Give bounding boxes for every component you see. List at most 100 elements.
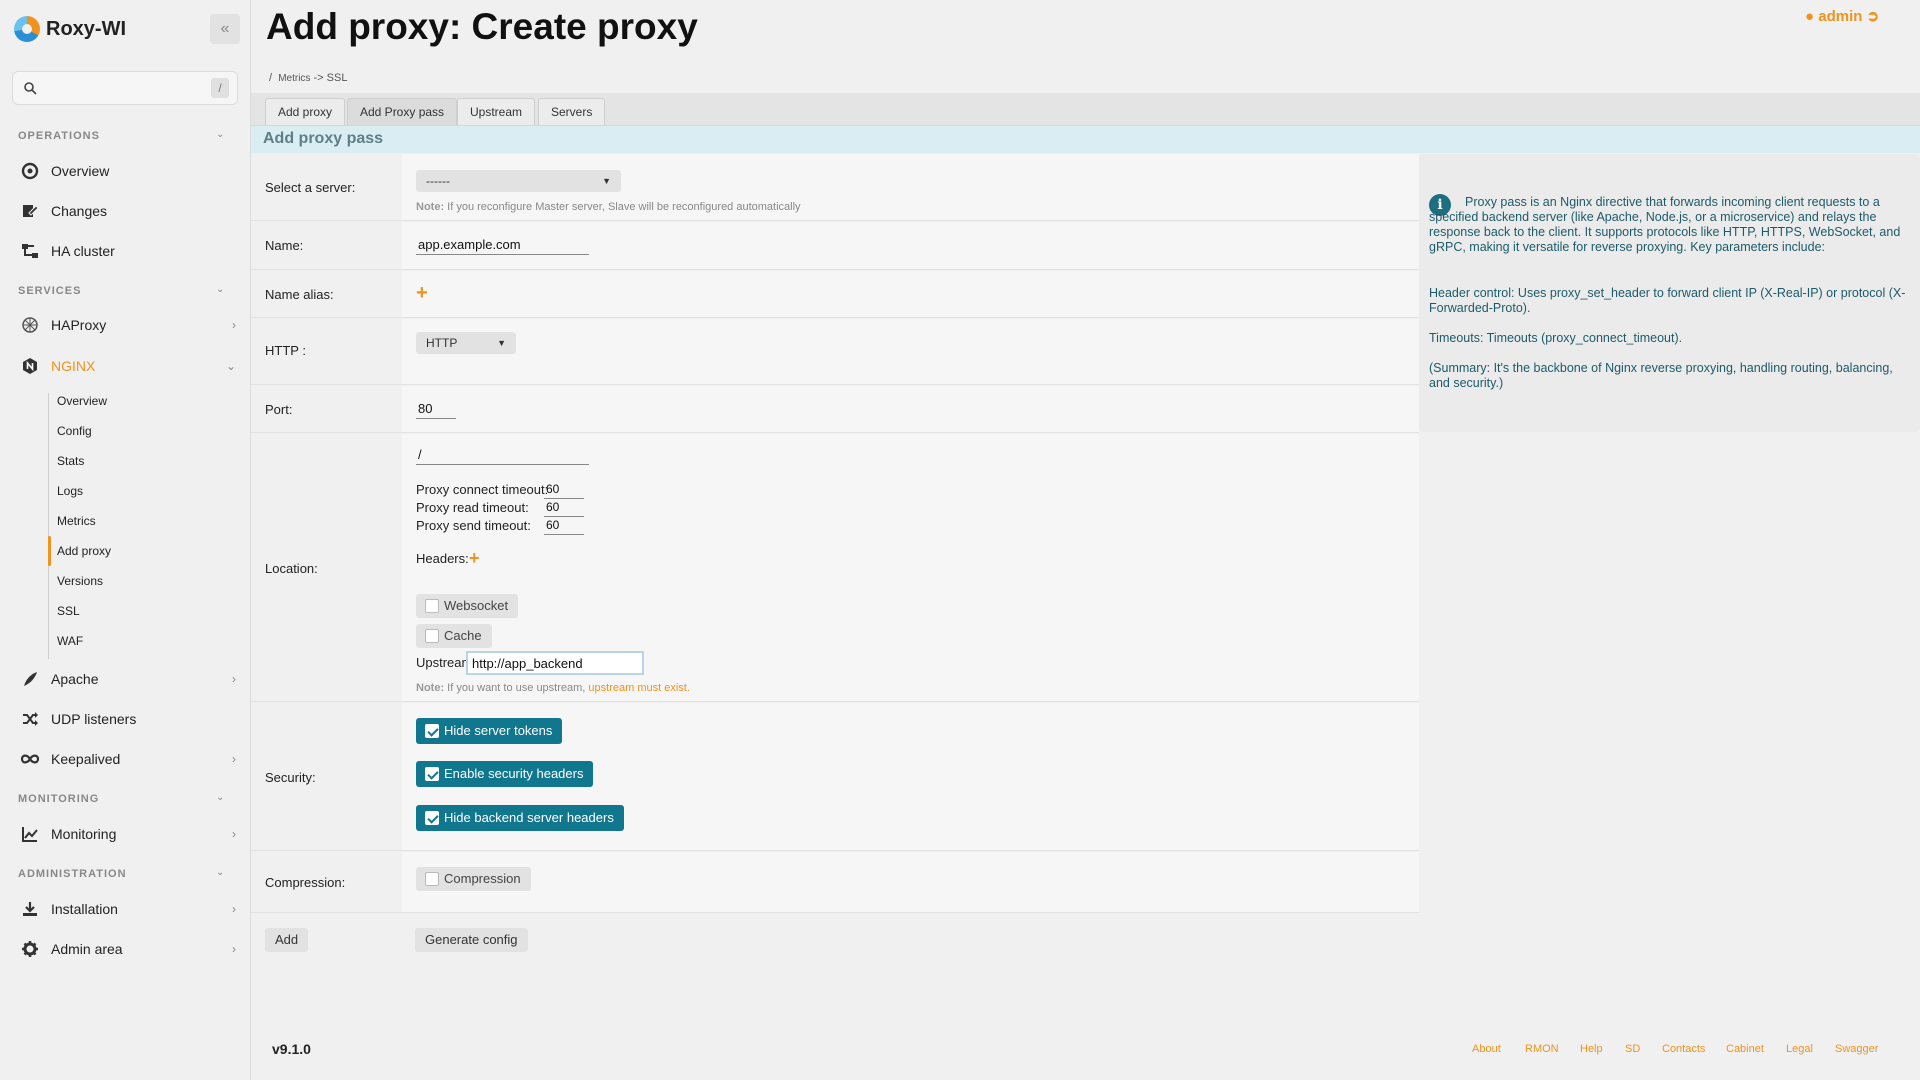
footer-help[interactable]: Help: [1580, 1043, 1603, 1055]
nav-changes[interactable]: Changes: [20, 198, 236, 224]
edit-icon: [23, 205, 39, 217]
brand-name: Roxy-WI: [46, 17, 126, 40]
nav-ha-cluster[interactable]: HA cluster: [20, 238, 236, 264]
nginx-sub-versions[interactable]: Versions: [57, 574, 103, 588]
nav-udp-listeners[interactable]: UDP listeners: [20, 706, 236, 732]
tab-upstream[interactable]: Upstream: [457, 98, 536, 125]
http-cell: HTTP ▼: [402, 319, 1419, 384]
add-header-plus-icon[interactable]: +: [469, 548, 480, 568]
nginx-sub-overview[interactable]: Overview: [57, 394, 107, 408]
port-label: Port:: [265, 402, 293, 417]
security-headers-label: Enable security headers: [444, 766, 584, 781]
nav-changes-label: Changes: [51, 203, 108, 219]
chevron-down-icon[interactable]: ⌄: [216, 129, 224, 140]
nginx-sub-config[interactable]: Config: [57, 424, 92, 438]
submenu-active-indicator: [48, 536, 51, 566]
footer-swagger[interactable]: Swagger: [1835, 1043, 1878, 1055]
tab-add-proxy-pass[interactable]: Add Proxy pass: [347, 98, 458, 125]
footer-sd[interactable]: SD: [1625, 1043, 1640, 1055]
tab-add-proxy[interactable]: Add proxy: [265, 98, 346, 125]
row-location: Location: Proxy connect timeout: Proxy r…: [251, 434, 1419, 702]
search-box[interactable]: /: [12, 71, 238, 105]
chevron-right-icon: ›: [232, 827, 236, 841]
caret-down-icon: ▼: [602, 176, 611, 186]
enable-security-headers-checkbox[interactable]: Enable security headers: [416, 761, 594, 787]
info-paragraph-2: Header control: Uses proxy_set_header to…: [1429, 286, 1906, 315]
info-paragraph-1: Proxy pass is an Nginx directive that fo…: [1429, 195, 1901, 254]
name-alias-label: Name alias:: [265, 287, 334, 302]
nav-overview[interactable]: Overview: [20, 158, 236, 184]
chevron-down-icon[interactable]: ⌄: [216, 284, 224, 295]
footer-cabinet[interactable]: Cabinet: [1726, 1043, 1764, 1055]
nav-admin-area[interactable]: Admin area ›: [20, 936, 236, 962]
generate-config-button[interactable]: Generate config: [415, 928, 528, 952]
upstream-input[interactable]: [466, 651, 644, 675]
tab-servers[interactable]: Servers: [538, 98, 606, 125]
server-note-bold: Note:: [416, 201, 445, 213]
name-label: Name:: [265, 238, 304, 253]
nginx-sub-add-proxy[interactable]: Add proxy: [57, 544, 111, 558]
brand[interactable]: Roxy-WI: [14, 14, 126, 44]
footer-about[interactable]: About: [1472, 1043, 1501, 1055]
location-path-input[interactable]: [416, 445, 589, 465]
nav-nginx[interactable]: NGINX ⌄: [20, 353, 236, 379]
nginx-sub-logs[interactable]: Logs: [57, 484, 83, 498]
nav-installation[interactable]: Installation ›: [20, 896, 236, 922]
http-select[interactable]: HTTP ▼: [416, 332, 516, 354]
caret-down-icon: ▼: [497, 338, 506, 348]
chevron-right-icon: ›: [232, 942, 236, 956]
connect-timeout-input[interactable]: [544, 479, 584, 499]
hide-backend-headers-checkbox[interactable]: Hide backend server headers: [416, 805, 624, 831]
websocket-checkbox[interactable]: Websocket: [416, 594, 519, 618]
nav-ha-cluster-label: HA cluster: [51, 243, 115, 259]
cache-checkbox[interactable]: Cache: [416, 624, 492, 648]
nginx-sub-ssl[interactable]: SSL: [57, 604, 80, 618]
nav-monitoring[interactable]: Monitoring ›: [20, 821, 236, 847]
add-button[interactable]: Add: [265, 928, 309, 952]
read-timeout-input[interactable]: [544, 497, 584, 517]
overview-icon: [21, 162, 39, 180]
info-paragraph-4: (Summary: It's the backbone of Nginx rev…: [1429, 361, 1893, 390]
submenu-line: [48, 393, 49, 659]
add-alias-plus-icon[interactable]: +: [416, 283, 428, 303]
gear-icon: [22, 941, 38, 957]
nginx-sub-waf[interactable]: WAF: [57, 634, 83, 648]
nav-apache[interactable]: Apache ›: [20, 666, 236, 692]
hide-server-tokens-checkbox[interactable]: Hide server tokens: [416, 718, 563, 744]
footer-legal[interactable]: Legal: [1786, 1043, 1813, 1055]
user-menu[interactable]: ● admin ➲: [1805, 7, 1879, 25]
row-port: Port:: [251, 386, 1419, 433]
breadcrumb-sep: /: [269, 72, 273, 84]
breadcrumb-ssl[interactable]: SSL: [327, 72, 348, 84]
send-timeout-input[interactable]: [544, 515, 584, 535]
server-select[interactable]: ------ ▼: [416, 170, 621, 192]
chevron-down-icon[interactable]: ⌄: [216, 792, 224, 803]
nav-keepalived[interactable]: Keepalived ›: [20, 746, 236, 772]
info-panel: i Proxy pass is an Nginx directive that …: [1419, 154, 1920, 432]
page-title: Add proxy: Create proxy: [266, 6, 698, 47]
info-paragraph-3: Timeouts: Timeouts (proxy_connect_timeou…: [1429, 331, 1683, 345]
search-shortcut-badge: /: [211, 78, 229, 98]
upstream-note-link[interactable]: upstream must exist.: [588, 682, 689, 694]
name-alias-cell: +: [402, 271, 1419, 317]
chevron-down-icon[interactable]: ⌄: [216, 867, 224, 878]
nav-installation-label: Installation: [51, 901, 118, 917]
row-name-alias: Name alias: +: [251, 271, 1419, 318]
footer-rmon[interactable]: RMON: [1525, 1043, 1559, 1055]
port-input[interactable]: [416, 399, 456, 419]
logout-icon[interactable]: ➲: [1867, 8, 1880, 25]
nginx-sub-metrics[interactable]: Metrics: [57, 514, 96, 528]
row-http: HTTP : HTTP ▼: [251, 319, 1419, 385]
nav-haproxy[interactable]: HAProxy ›: [20, 312, 236, 338]
compression-checkbox[interactable]: Compression: [416, 867, 531, 891]
collapse-sidebar-button[interactable]: «: [210, 14, 240, 44]
chevron-right-icon: ›: [232, 672, 236, 686]
chevron-down-icon: ⌄: [225, 359, 236, 373]
search-input[interactable]: [45, 78, 205, 100]
nginx-sub-stats[interactable]: Stats: [57, 454, 84, 468]
chart-line-icon: [22, 827, 38, 842]
user-name: admin: [1818, 8, 1863, 25]
name-input[interactable]: [416, 235, 589, 255]
footer-contacts[interactable]: Contacts: [1662, 1043, 1705, 1055]
breadcrumb-metrics[interactable]: Metrics: [278, 73, 310, 84]
